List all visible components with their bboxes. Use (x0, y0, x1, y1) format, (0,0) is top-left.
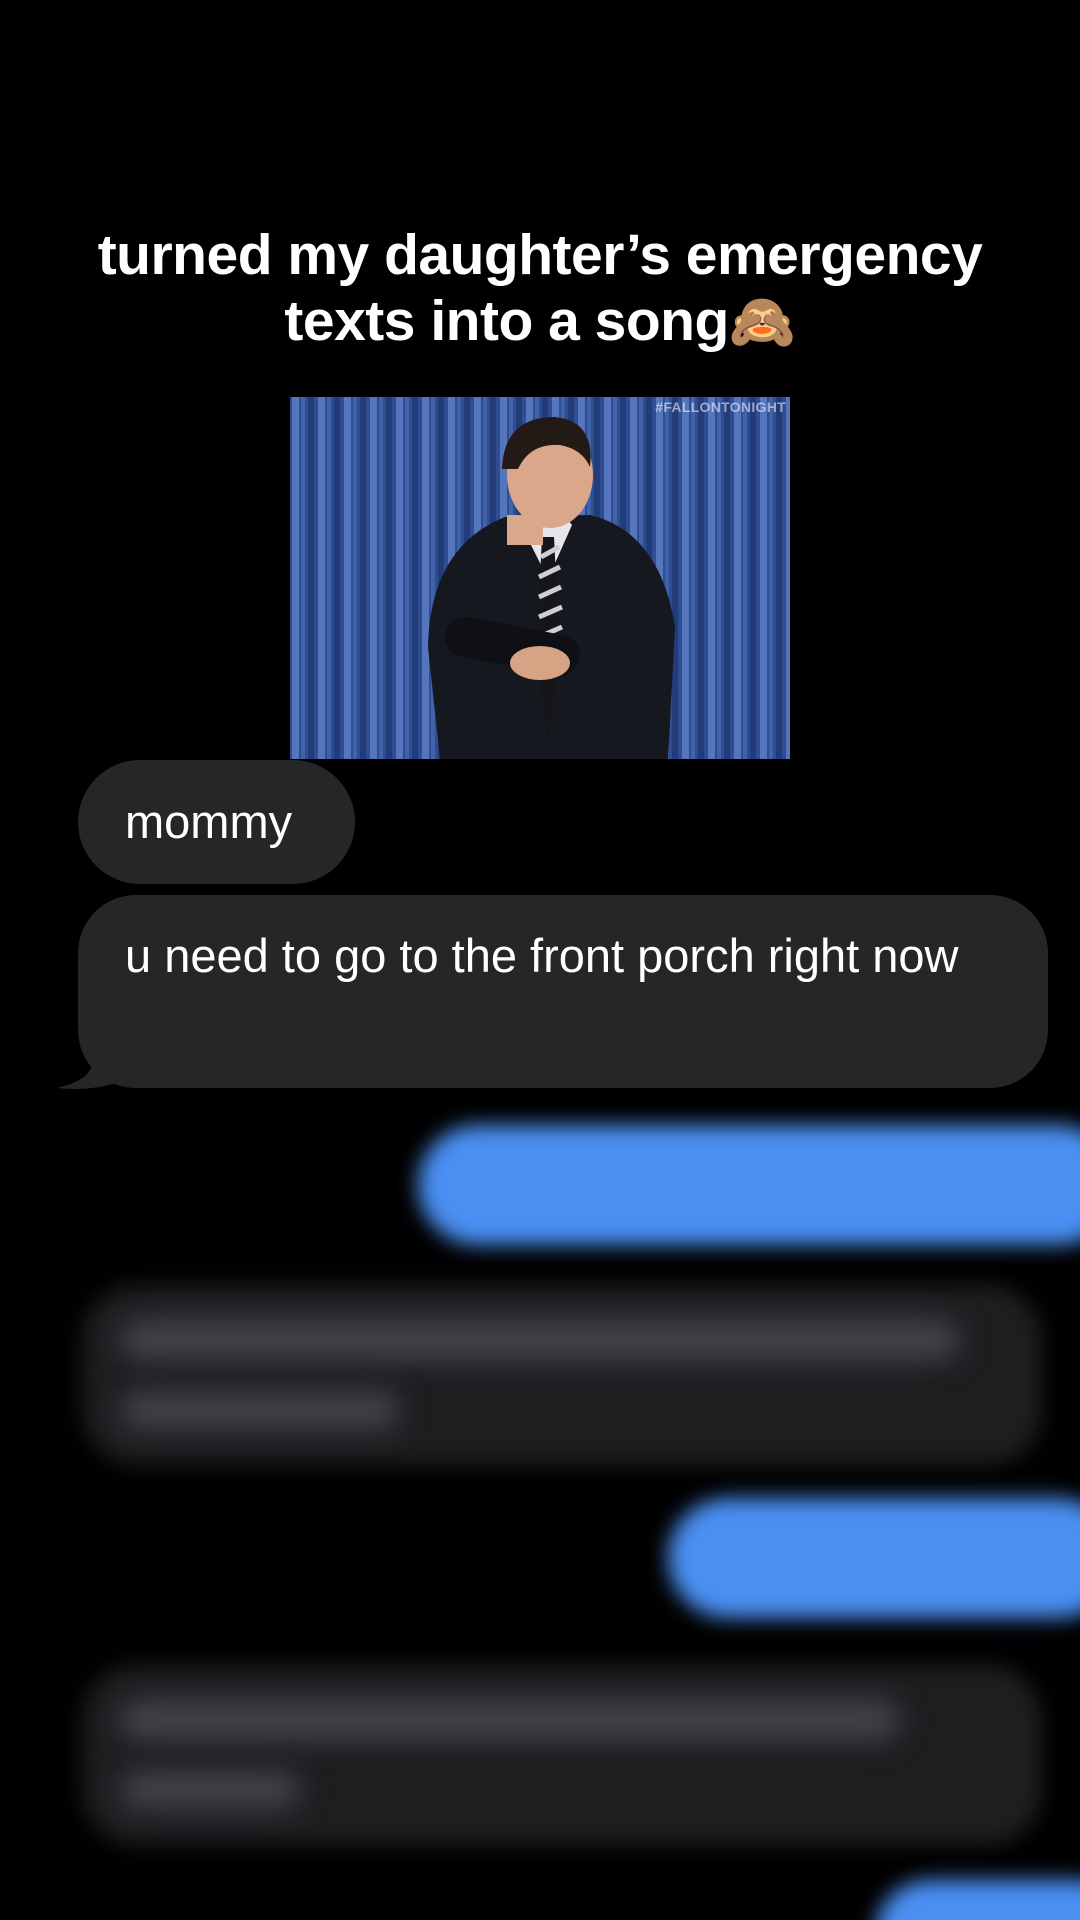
message-text: u need to go to the front porch right no… (125, 929, 959, 982)
see-no-evil-monkey-icon: 🙈 (728, 292, 796, 352)
message-bubble-incoming[interactable]: u need to go to the front porch right no… (78, 895, 1048, 1088)
gif-scene (290, 397, 790, 759)
blurred-outgoing-bubble (668, 1498, 1080, 1618)
blurred-text-line (120, 1700, 900, 1740)
blurred-outgoing-bubble (875, 1880, 1080, 1920)
caption-overlay: turned my daughter’s emergency texts int… (0, 222, 1080, 355)
caption-line-1: turned my daughter’s emergency (97, 223, 983, 287)
message-text: mommy (125, 795, 293, 848)
caption-line-2: texts into a song🙈 (0, 288, 1080, 355)
blurred-incoming-bubble (82, 1285, 1042, 1465)
blurred-text-line (120, 1392, 400, 1428)
gif-watermark: #FALLONTONIGHT (655, 399, 786, 415)
blurred-text-line (120, 1772, 300, 1808)
blurred-outgoing-bubble (418, 1125, 1080, 1245)
video-frame: turned my daughter’s emergency texts int… (0, 0, 1080, 1920)
blurred-incoming-bubble (82, 1665, 1042, 1845)
blurred-text-line (120, 1320, 960, 1360)
caption-line-2-text: texts into a song (284, 289, 729, 353)
message-bubble-incoming[interactable]: mommy (78, 760, 355, 884)
reaction-gif: #FALLONTONIGHT (290, 397, 790, 759)
